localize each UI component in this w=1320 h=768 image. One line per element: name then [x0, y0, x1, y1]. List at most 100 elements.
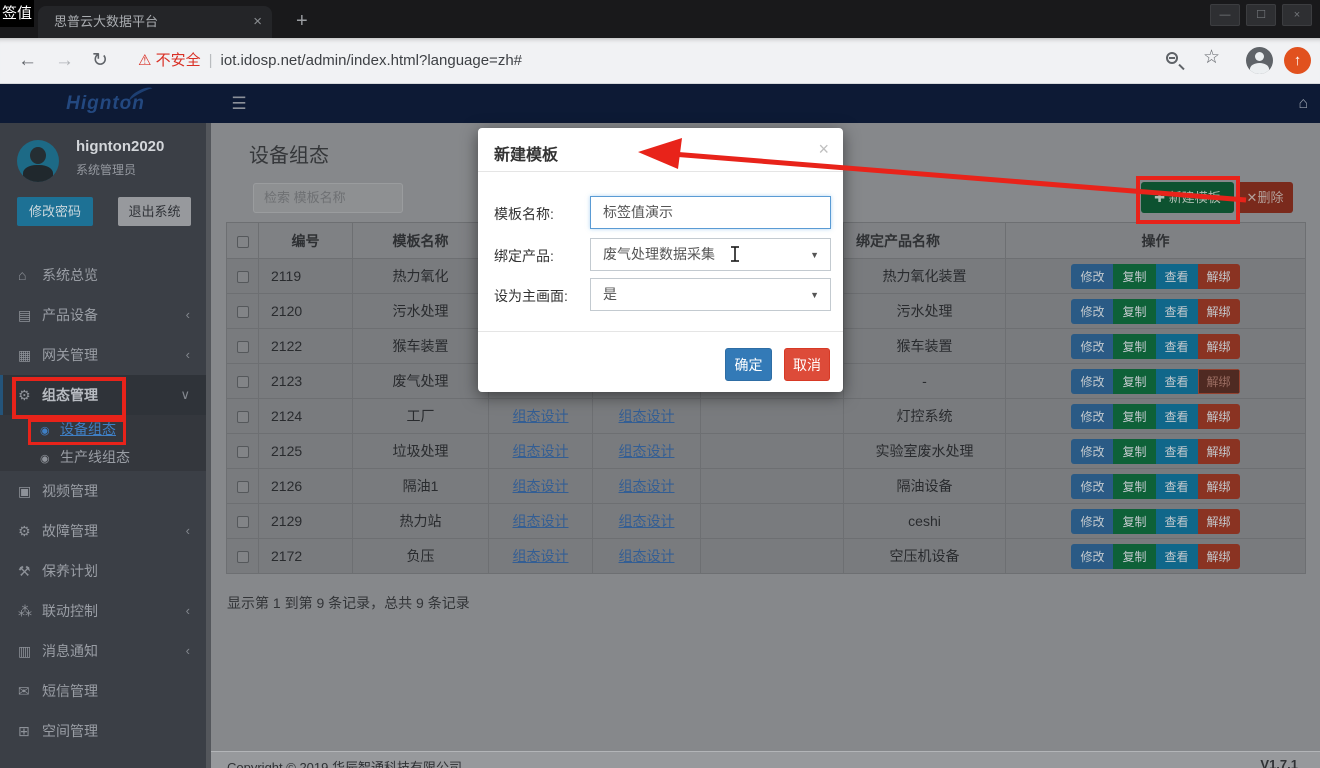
edit-button[interactable]: 修改	[1071, 369, 1113, 394]
view-button[interactable]: 查看	[1156, 544, 1198, 569]
sidebar-item-product-device[interactable]: ▤产品设备‹	[0, 295, 206, 335]
config-design-link[interactable]: 组态设计	[619, 408, 675, 424]
row-checkbox[interactable]	[237, 516, 249, 528]
row-checkbox[interactable]	[237, 481, 249, 493]
view-button[interactable]: 查看	[1156, 334, 1198, 359]
edit-button[interactable]: 修改	[1071, 439, 1113, 464]
unbind-button[interactable]: 解绑	[1198, 369, 1240, 394]
view-button[interactable]: 查看	[1156, 264, 1198, 289]
row-checkbox[interactable]	[237, 446, 249, 458]
row-checkbox[interactable]	[237, 411, 249, 423]
view-button[interactable]: 查看	[1156, 509, 1198, 534]
delete-button[interactable]: ✕删除	[1237, 182, 1293, 213]
unbind-button[interactable]: 解绑	[1198, 299, 1240, 324]
edit-button[interactable]: 修改	[1071, 509, 1113, 534]
cancel-button[interactable]: 取消	[784, 348, 830, 381]
edit-button[interactable]: 修改	[1071, 334, 1113, 359]
home-icon[interactable]: ⌂	[1298, 84, 1308, 123]
config-design-link[interactable]: 组态设计	[619, 443, 675, 459]
browser-tab[interactable]: 思普云大数据平台 ×	[38, 6, 272, 38]
config-design-link[interactable]: 组态设计	[619, 548, 675, 564]
search-input[interactable]: 检索 模板名称	[253, 183, 403, 213]
view-button[interactable]: 查看	[1156, 474, 1198, 499]
sidebar-item-configuration[interactable]: ⚙组态管理∨	[0, 375, 206, 415]
copy-button[interactable]: 复制	[1113, 334, 1155, 359]
forward-icon[interactable]: →	[55, 38, 74, 84]
edit-button[interactable]: 修改	[1071, 299, 1113, 324]
config-design-link[interactable]: 组态设计	[513, 443, 569, 459]
confirm-button[interactable]: 确定	[725, 348, 772, 381]
modal-select[interactable]: 是▼	[590, 278, 831, 311]
bookmark-star-icon[interactable]: ☆	[1203, 46, 1220, 69]
unbind-button[interactable]: 解绑	[1198, 474, 1240, 499]
config-design-link[interactable]: 组态设计	[513, 478, 569, 494]
copy-button[interactable]: 复制	[1113, 404, 1155, 429]
config-design-link[interactable]: 组态设计	[513, 548, 569, 564]
zoom-out-icon[interactable]	[1166, 52, 1178, 64]
view-button[interactable]: 查看	[1156, 369, 1198, 394]
spacer-cell	[701, 469, 844, 504]
modal-close-icon[interactable]: ×	[818, 139, 829, 160]
browser-profile-avatar[interactable]	[1246, 47, 1273, 74]
new-tab-icon[interactable]: +	[296, 8, 308, 34]
unbind-button[interactable]: 解绑	[1198, 404, 1240, 429]
unbind-button[interactable]: 解绑	[1198, 544, 1240, 569]
copy-button[interactable]: 复制	[1113, 509, 1155, 534]
sidebar-subitem-device-config[interactable]: ◉设备组态	[0, 415, 206, 443]
edit-button[interactable]: 修改	[1071, 404, 1113, 429]
copy-button[interactable]: 复制	[1113, 299, 1155, 324]
row-checkbox[interactable]	[237, 376, 249, 388]
edit-button[interactable]: 修改	[1071, 264, 1113, 289]
row-checkbox[interactable]	[237, 271, 249, 283]
template-name-input[interactable]: 标签值演示	[590, 196, 831, 229]
copy-button[interactable]: 复制	[1113, 264, 1155, 289]
row-checkbox[interactable]	[237, 306, 249, 318]
sidebar-item-maintenance[interactable]: ⚒保养计划	[0, 551, 206, 591]
edit-button[interactable]: 修改	[1071, 544, 1113, 569]
row-checkbox[interactable]	[237, 341, 249, 353]
maximize-icon[interactable]: ☐	[1246, 4, 1276, 26]
minimize-icon[interactable]: —	[1210, 4, 1240, 26]
view-button[interactable]: 查看	[1156, 439, 1198, 464]
sidebar-item-space[interactable]: ⊞空间管理	[0, 711, 206, 751]
view-button[interactable]: 查看	[1156, 404, 1198, 429]
edit-button[interactable]: 修改	[1071, 474, 1113, 499]
row-checkbox[interactable]	[237, 551, 249, 563]
sidebar-subitem-production-line-config[interactable]: ◉生产线组态	[0, 443, 206, 471]
sidebar-item-system-overview[interactable]: ⌂系统总览	[0, 255, 206, 295]
modal-select[interactable]: 废气处理数据采集▼	[590, 238, 831, 271]
logout-button[interactable]: 退出系统	[118, 197, 191, 226]
config-design-link[interactable]: 组态设计	[513, 513, 569, 529]
browser-update-icon[interactable]: ↑	[1284, 47, 1311, 74]
unbind-button[interactable]: 解绑	[1198, 439, 1240, 464]
select-all-checkbox[interactable]	[237, 236, 249, 248]
copy-button[interactable]: 复制	[1113, 544, 1155, 569]
back-icon[interactable]: ←	[18, 38, 37, 84]
config-design-link[interactable]: 组态设计	[619, 478, 675, 494]
sidebar-item-message[interactable]: ▥消息通知‹	[0, 631, 206, 671]
sidebar-item-fault[interactable]: ⚙故障管理‹	[0, 511, 206, 551]
unbind-button[interactable]: 解绑	[1198, 509, 1240, 534]
close-icon[interactable]: ×	[1282, 4, 1312, 26]
config-design-link[interactable]: 组态设计	[513, 408, 569, 424]
row-checkbox-cell	[227, 399, 259, 434]
view-button[interactable]: 查看	[1156, 299, 1198, 324]
config-design-cell: 组态设计	[593, 399, 701, 434]
config-design-link[interactable]: 组态设计	[619, 513, 675, 529]
change-password-button[interactable]: 修改密码	[17, 197, 93, 226]
copy-button[interactable]: 复制	[1113, 439, 1155, 464]
template-name-cell: 隔油1	[353, 469, 489, 504]
copy-button[interactable]: 复制	[1113, 474, 1155, 499]
new-template-button[interactable]: ✚ 新建模板	[1141, 182, 1234, 213]
unbind-button[interactable]: 解绑	[1198, 334, 1240, 359]
sidebar-toggle-icon[interactable]: ☰	[221, 84, 257, 123]
copy-button[interactable]: 复制	[1113, 369, 1155, 394]
sidebar-item-video[interactable]: ▣视频管理	[0, 471, 206, 511]
address-bar[interactable]: ⚠ 不安全|iot.idosp.net/admin/index.html?lan…	[138, 47, 1148, 75]
reload-icon[interactable]: ↻	[92, 38, 108, 84]
sidebar-item-sms[interactable]: ✉短信管理	[0, 671, 206, 711]
sidebar-item-gateway[interactable]: ▦网关管理‹	[0, 335, 206, 375]
tab-close-icon[interactable]: ×	[253, 6, 262, 38]
unbind-button[interactable]: 解绑	[1198, 264, 1240, 289]
sidebar-item-linkage[interactable]: ⁂联动控制‹	[0, 591, 206, 631]
